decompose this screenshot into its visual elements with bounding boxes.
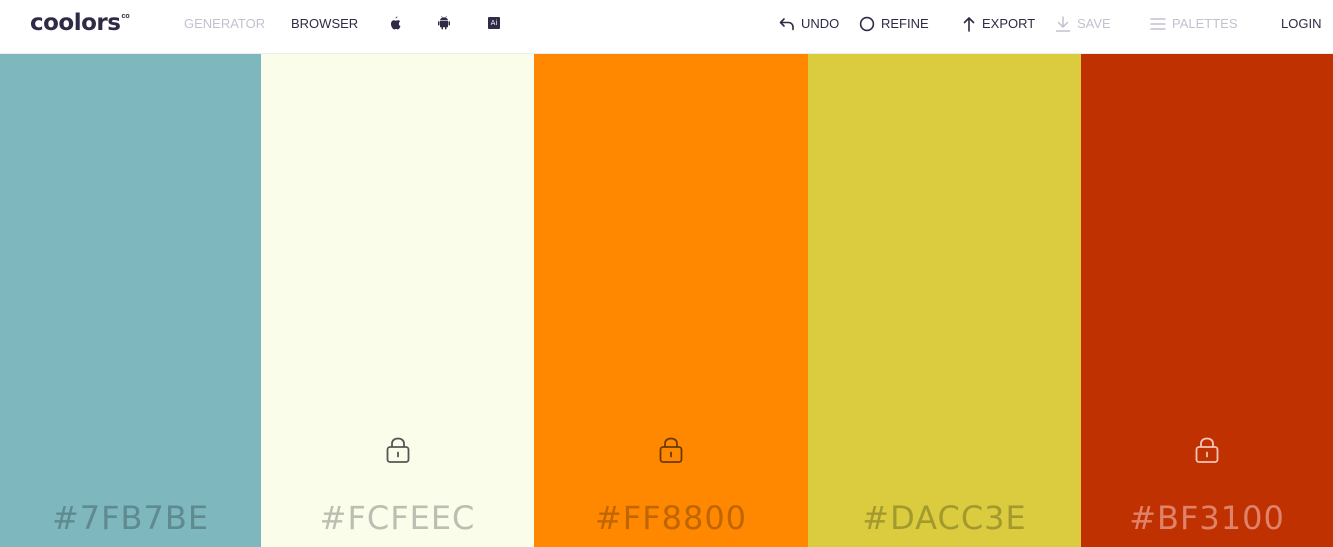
adobe-illustrator-icon[interactable]: Ai [488, 17, 500, 29]
palettes-button[interactable]: PALETTES [1150, 16, 1238, 32]
lock-icon[interactable] [658, 435, 684, 465]
nav-browser[interactable]: BROWSER [291, 16, 358, 32]
apple-icon[interactable] [388, 15, 402, 31]
login-label: LOGIN [1281, 16, 1322, 31]
export-label: EXPORT [982, 16, 1036, 31]
login-button[interactable]: LOGIN [1281, 16, 1321, 32]
menu-lines-icon [1150, 18, 1166, 30]
refine-label: REFINE [881, 16, 929, 31]
save-label: SAVE [1077, 16, 1111, 31]
adobe-illustrator-icon-label: Ai [490, 19, 498, 27]
logo-text: coolors [30, 10, 121, 36]
color-swatch[interactable]: #FCFEEC [261, 54, 534, 547]
lock-icon[interactable] [385, 435, 411, 465]
undo-button[interactable]: UNDO [779, 16, 839, 32]
coolors-logo[interactable]: coolors co [30, 9, 130, 37]
hex-code[interactable]: #FF8800 [534, 499, 808, 537]
palettes-label: PALETTES [1172, 16, 1238, 31]
nav-browser-label: BROWSER [291, 16, 359, 31]
color-swatch[interactable]: #BF3100 [1081, 54, 1333, 547]
top-navigation-bar: coolors co GENERATOR BROWSER Ai UNDO REF [0, 0, 1333, 54]
undo-label: UNDO [801, 16, 840, 31]
android-icon[interactable] [437, 15, 451, 31]
save-button[interactable]: SAVE [1055, 16, 1111, 32]
hex-code[interactable]: #DACC3E [808, 499, 1081, 537]
color-swatch[interactable]: #7FB7BE [0, 54, 261, 547]
refine-button[interactable]: REFINE [859, 16, 929, 32]
color-swatch[interactable]: #FF8800 [534, 54, 808, 547]
export-button[interactable]: EXPORT [962, 16, 1035, 32]
undo-arrow-icon [779, 18, 794, 31]
nav-generator-label: GENERATOR [184, 16, 266, 31]
logo-suffix: co [121, 13, 130, 20]
lock-icon[interactable] [1194, 435, 1220, 465]
hex-code[interactable]: #FCFEEC [261, 499, 534, 537]
hex-code[interactable]: #7FB7BE [0, 499, 261, 537]
hex-code[interactable]: #BF3100 [1081, 499, 1333, 537]
color-swatch[interactable]: #DACC3E [808, 54, 1081, 547]
circle-icon [859, 16, 875, 32]
download-icon [1055, 16, 1071, 32]
arrow-up-icon [963, 17, 975, 32]
nav-generator[interactable]: GENERATOR [184, 16, 265, 32]
